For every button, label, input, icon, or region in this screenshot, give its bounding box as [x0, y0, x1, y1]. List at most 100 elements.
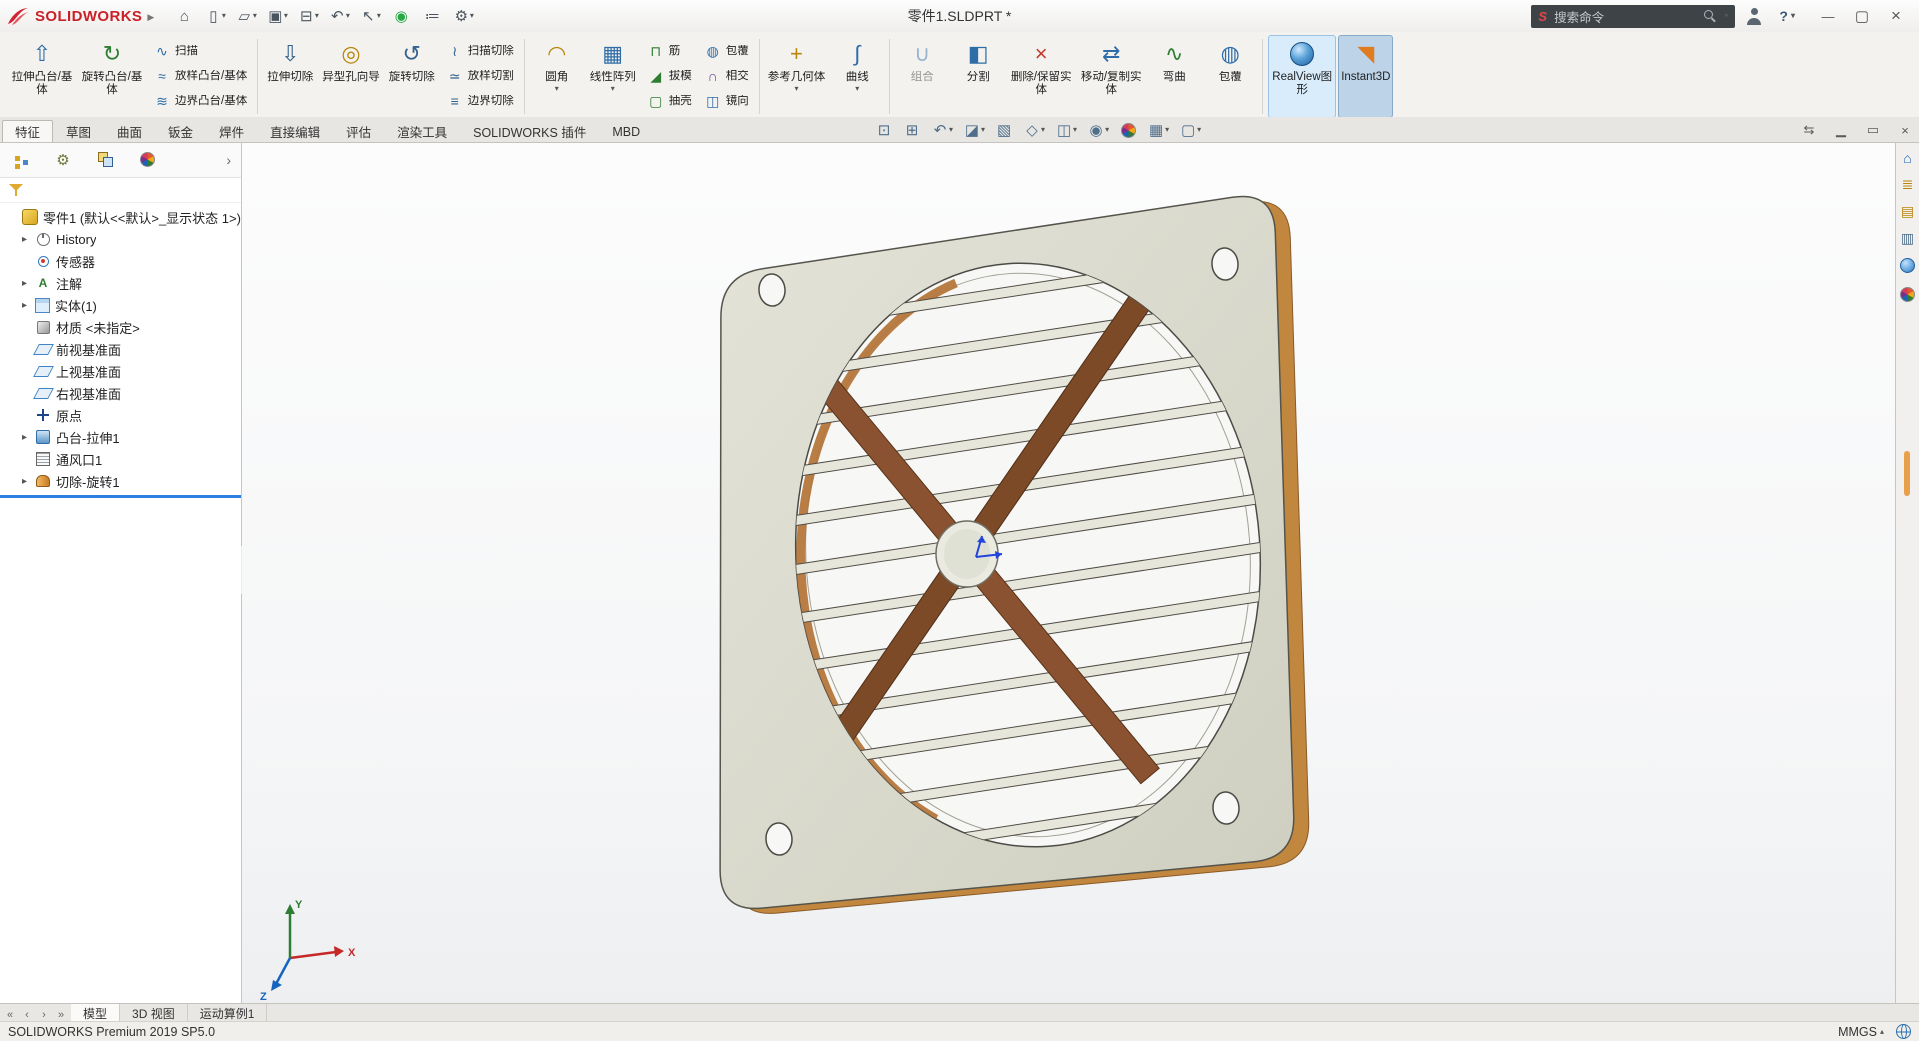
tabs-prev-button[interactable] [20, 1006, 34, 1021]
solidworks-resources-button[interactable] [1899, 149, 1916, 166]
maximize-button[interactable] [1845, 1, 1879, 31]
command-tab[interactable]: 草图 [53, 120, 104, 142]
split-button[interactable]: 分割 [951, 35, 1005, 118]
appearances-scenes-button[interactable] [1899, 257, 1916, 276]
document-tab[interactable]: 3D 视图 [120, 1004, 188, 1022]
sweep-button[interactable]: 扫描 [148, 39, 252, 63]
feature-tree-item[interactable]: 材质 <未指定> [6, 316, 241, 338]
feature-tree-item[interactable]: 注解 [6, 272, 241, 294]
expand-arrow-icon[interactable] [19, 300, 30, 311]
shell-button[interactable]: 抽壳 [642, 89, 697, 113]
expand-arrow-icon[interactable] [19, 432, 30, 443]
command-tab[interactable]: 焊件 [206, 120, 257, 142]
close-button[interactable] [1879, 1, 1913, 31]
feature-tree-item[interactable]: 通风口1 [6, 448, 241, 470]
units-selector[interactable]: MMGS [1838, 1025, 1884, 1039]
draft-button[interactable]: 拔模 [642, 64, 697, 88]
command-tab[interactable]: MBD [599, 120, 653, 142]
rib-button[interactable]: 筋 [642, 39, 697, 63]
wrap-button[interactable]: 包覆 [1203, 35, 1257, 118]
flex-button[interactable]: 弯曲 [1147, 35, 1201, 118]
propertymanager-tab[interactable] [52, 149, 74, 171]
expand-arrow-icon[interactable] [19, 234, 30, 245]
zoom-area-button[interactable] [900, 119, 924, 141]
loft-cut-button[interactable]: 放样切割 [441, 64, 519, 88]
file-explorer-button[interactable] [1899, 203, 1916, 220]
feature-tree-item[interactable]: 切除-旋转1 [6, 470, 241, 492]
fillet-button[interactable]: 圆角 [530, 35, 584, 118]
displaymanager-tab[interactable] [136, 148, 158, 172]
feature-tree-item[interactable]: 原点 [6, 404, 241, 426]
extrude-boss-button[interactable]: 拉伸凸台/基体 [8, 35, 76, 118]
linear-pattern-button[interactable]: 线性阵列 [586, 35, 640, 118]
feature-tree-item[interactable]: 凸台-拉伸1 [6, 426, 241, 448]
model-3d[interactable]: X Y Z [242, 143, 1896, 1004]
wrap-button[interactable]: 包覆 [699, 39, 754, 63]
save-button[interactable] [262, 3, 292, 29]
command-tab[interactable]: 渲染工具 [384, 120, 460, 142]
expand-arrow-icon[interactable] [19, 476, 30, 487]
revolve-cut-button[interactable]: 旋转切除 [385, 35, 439, 118]
panel-flyout-icon[interactable] [226, 152, 231, 168]
extrude-cut-button[interactable]: 拉伸切除 [263, 35, 317, 118]
hole-wizard-button[interactable]: 异型孔向导 [319, 35, 383, 118]
view-orientation-button[interactable] [1020, 119, 1048, 141]
feature-tree-root[interactable]: 零件1 (默认<<默认>_显示状态 1>) [6, 206, 241, 228]
print-button[interactable] [293, 3, 323, 29]
minimize-button[interactable] [1811, 1, 1845, 31]
apply-scene-button[interactable] [1144, 119, 1172, 141]
command-tab[interactable]: SOLIDWORKS 插件 [460, 120, 599, 142]
section-view-button[interactable] [960, 119, 988, 141]
file-properties-button[interactable] [417, 3, 447, 29]
rollback-bar[interactable] [0, 495, 241, 498]
search-caret-icon[interactable] [1724, 12, 1728, 20]
custom-properties-button[interactable] [1899, 286, 1916, 305]
intersect-button[interactable]: 相交 [699, 64, 754, 88]
command-tab[interactable]: 曲面 [104, 120, 155, 142]
previous-view-button[interactable] [928, 119, 956, 141]
edit-appearance-button[interactable] [1116, 119, 1140, 141]
undo-button[interactable] [324, 3, 354, 29]
combine-button[interactable]: 组合 [895, 35, 949, 118]
taskpane-scroll-thumb[interactable] [1904, 451, 1910, 496]
dynamic-annotation-button[interactable] [992, 119, 1016, 141]
new-document-button[interactable] [200, 3, 230, 29]
feature-tree-item[interactable]: 前视基准面 [6, 338, 241, 360]
design-library-button[interactable] [1899, 176, 1916, 193]
user-account-icon[interactable] [1745, 7, 1763, 25]
view-palette-button[interactable] [1899, 230, 1916, 247]
feature-tree-item[interactable]: 实体(1) [6, 294, 241, 316]
filter-icon[interactable] [9, 183, 23, 197]
tabs-last-button[interactable] [54, 1006, 68, 1021]
command-search[interactable]: 搜索命令 [1531, 4, 1736, 28]
tabs-next-button[interactable] [37, 1006, 51, 1021]
reference-geometry-button[interactable]: 参考几何体 [765, 35, 829, 118]
doc-minimize-button[interactable] [1833, 122, 1849, 138]
web-help-icon[interactable] [1896, 1024, 1911, 1039]
mirror-button[interactable]: 镜向 [699, 89, 754, 113]
hide-show-items-button[interactable] [1084, 119, 1112, 141]
document-tab[interactable]: 模型 [71, 1004, 121, 1022]
document-tab[interactable]: 运动算例1 [188, 1004, 268, 1022]
featuremanager-tree-tab[interactable] [10, 148, 32, 173]
feature-tree-item[interactable]: 右视基准面 [6, 382, 241, 404]
move-copy-body-button[interactable]: 移动/复制实体 [1077, 35, 1145, 118]
home-button[interactable] [169, 3, 199, 29]
curves-button[interactable]: 曲线 [830, 35, 884, 118]
sweep-cut-button[interactable]: 扫描切除 [441, 39, 519, 63]
boundary-button[interactable]: 边界凸台/基体 [148, 89, 252, 113]
search-icon[interactable] [1704, 9, 1717, 23]
command-tab[interactable]: 钣金 [155, 120, 206, 142]
boundary-cut-button[interactable]: 边界切除 [441, 89, 519, 113]
doc-close-button[interactable] [1897, 122, 1913, 138]
select-button[interactable] [355, 3, 385, 29]
graphics-area[interactable]: X Y Z [242, 143, 1896, 1004]
delete-keep-body-button[interactable]: 删除/保留实体 [1007, 35, 1075, 118]
display-style-button[interactable] [1052, 119, 1080, 141]
expand-arrow-icon[interactable] [19, 278, 30, 289]
loft-button[interactable]: 放样凸台/基体 [148, 64, 252, 88]
command-tab[interactable]: 特征 [2, 120, 54, 142]
options-button[interactable] [448, 3, 478, 29]
doc-restore-button[interactable] [1865, 122, 1881, 138]
command-tab[interactable]: 评估 [333, 120, 384, 142]
